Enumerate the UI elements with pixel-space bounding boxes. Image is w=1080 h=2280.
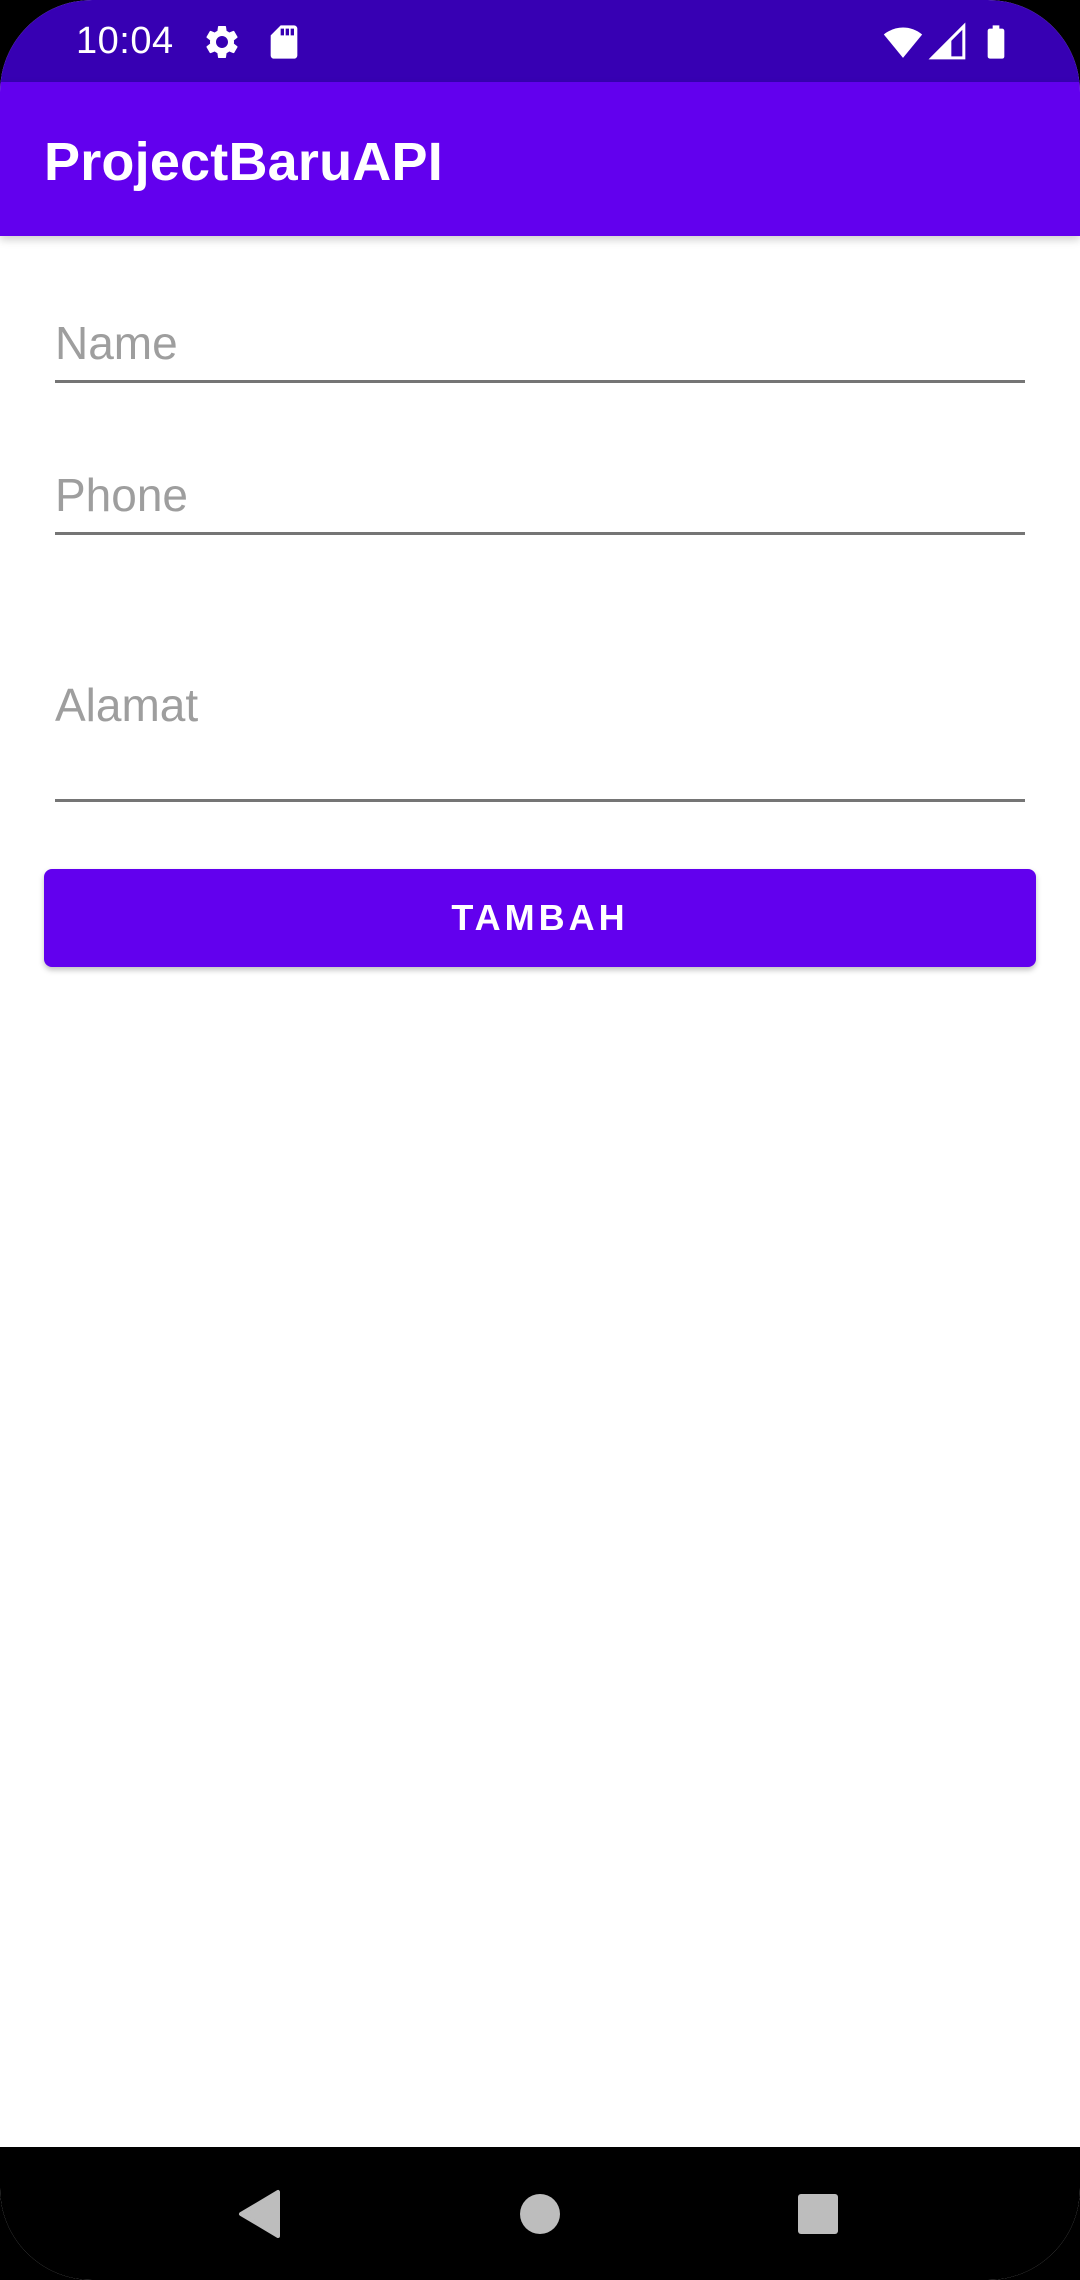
name-field[interactable]	[55, 306, 1025, 383]
app-screen: 10:04 ProjectBaruAPI TAMBAH	[0, 0, 1080, 2280]
phone-input[interactable]	[55, 458, 1025, 532]
gear-icon	[202, 22, 242, 62]
tambah-button[interactable]: TAMBAH	[44, 869, 1036, 967]
sd-card-icon	[264, 22, 304, 62]
name-input[interactable]	[55, 306, 1025, 380]
app-title: ProjectBaruAPI	[44, 132, 443, 192]
home-icon[interactable]	[495, 2169, 585, 2259]
alamat-field[interactable]	[55, 668, 1025, 802]
battery-icon	[976, 22, 1016, 62]
navigation-bar	[0, 2147, 1080, 2280]
back-icon[interactable]	[214, 2169, 304, 2259]
alamat-input[interactable]	[55, 668, 1025, 788]
wifi-icon	[882, 22, 924, 62]
status-bar: 10:04	[0, 0, 1080, 82]
phone-field[interactable]	[55, 458, 1025, 535]
app-bar: ProjectBaruAPI	[0, 82, 1080, 236]
status-time: 10:04	[76, 20, 174, 62]
cell-signal-icon	[928, 22, 968, 62]
recents-icon[interactable]	[773, 2169, 863, 2259]
